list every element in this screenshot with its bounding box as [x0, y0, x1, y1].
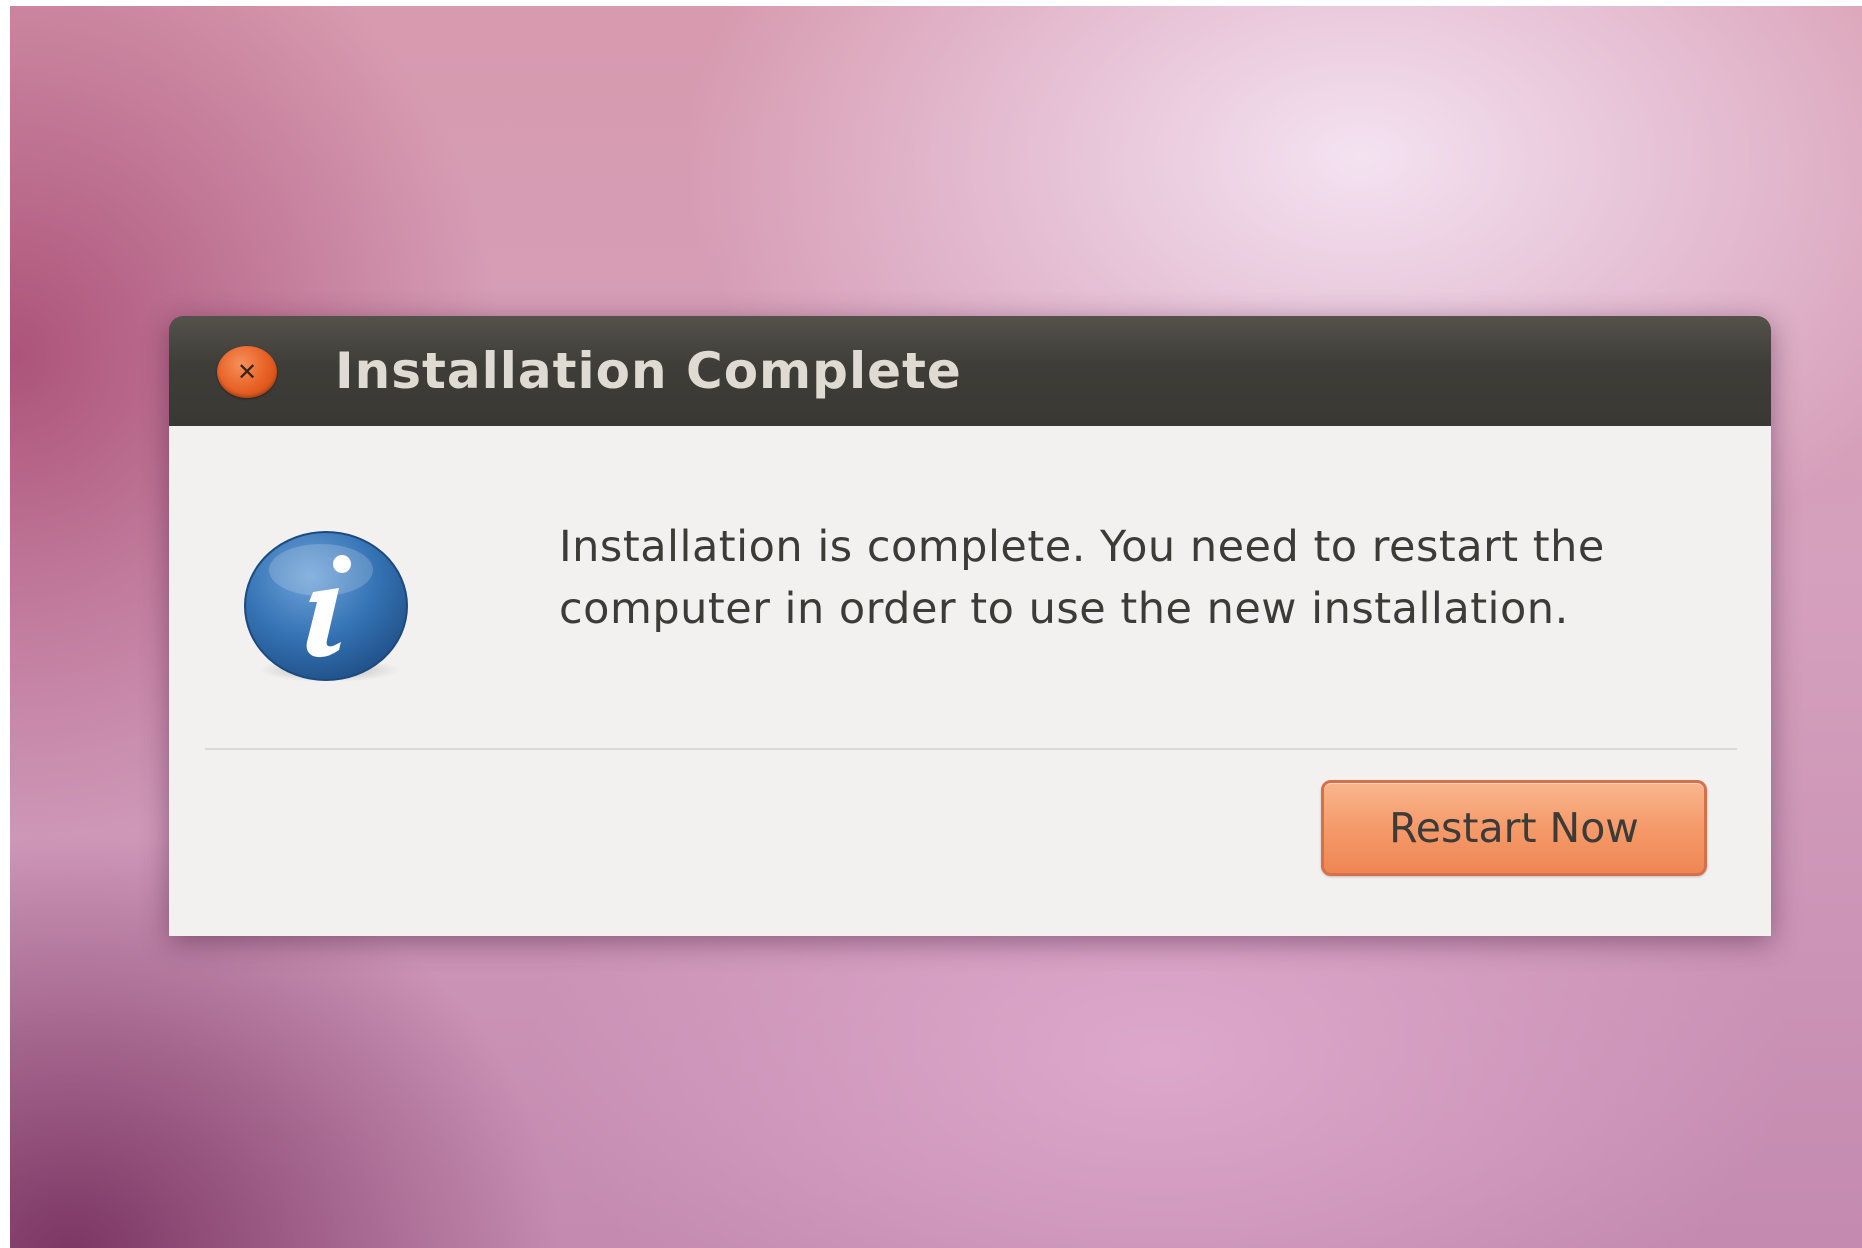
- dialog-message: Installation is complete. You need to re…: [559, 522, 1605, 634]
- installation-complete-dialog: ✕ Installation Complete Installation is …: [169, 316, 1771, 936]
- separator: [205, 748, 1737, 750]
- info-icon: [244, 531, 408, 682]
- restart-now-button[interactable]: Restart Now: [1321, 780, 1707, 876]
- desktop-background: ✕ Installation Complete Installation is …: [10, 6, 1862, 1248]
- close-icon: ✕: [236, 358, 258, 386]
- close-button[interactable]: ✕: [217, 346, 277, 398]
- dialog-body: Installation is complete. You need to re…: [169, 426, 1771, 936]
- title-bar: ✕ Installation Complete: [169, 316, 1771, 426]
- window-title: Installation Complete: [335, 342, 962, 400]
